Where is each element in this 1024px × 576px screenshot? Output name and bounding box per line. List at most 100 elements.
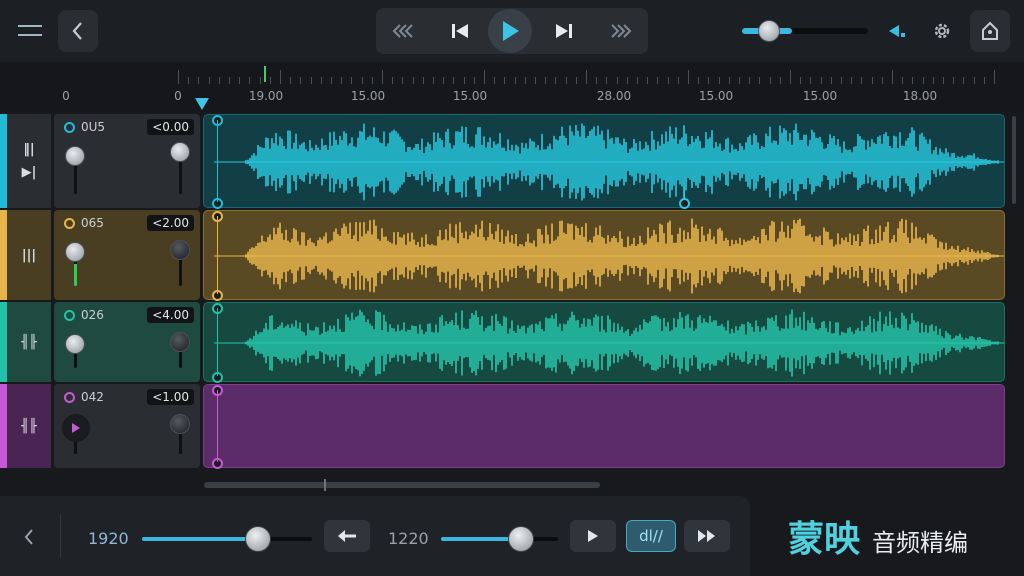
- ruler-tick: [229, 77, 230, 84]
- ruler-tick: [290, 77, 292, 84]
- track-name: 026: [64, 308, 104, 322]
- track-controls: 0U5 <0.00: [54, 114, 200, 208]
- track-controls: 042 <1.00: [54, 384, 200, 468]
- ruler-tick: [453, 77, 455, 84]
- skip-previous-button[interactable]: [442, 16, 478, 46]
- ruler-tick: [657, 77, 659, 84]
- volume-slider[interactable]: [742, 20, 868, 42]
- right-slider-knob[interactable]: [507, 526, 534, 552]
- ruler-tick: [851, 77, 853, 84]
- pan-fader-knob[interactable]: [170, 240, 190, 260]
- export-button[interactable]: [970, 10, 1010, 52]
- skip-next-button[interactable]: [546, 16, 582, 46]
- play-button[interactable]: [488, 9, 532, 53]
- pan-fader-knob[interactable]: [170, 332, 190, 352]
- ruler-tick: [473, 77, 475, 84]
- ruler-tick: [861, 77, 863, 84]
- volume-fader-knob[interactable]: [65, 146, 85, 166]
- menu-icon: [18, 25, 42, 36]
- horizontal-scrollbar[interactable]: [204, 479, 600, 491]
- track-color-strip: [0, 210, 7, 300]
- ruler-tick: [922, 77, 924, 84]
- ruler-tick: [790, 70, 791, 84]
- track-name: 0U5: [64, 120, 105, 134]
- pan-fader-knob[interactable]: [170, 142, 190, 162]
- scrollbar-thumb-marker[interactable]: [324, 479, 326, 491]
- record-icon[interactable]: [64, 217, 75, 229]
- menu-button[interactable]: [10, 12, 50, 50]
- back-button[interactable]: [58, 10, 98, 52]
- record-icon[interactable]: [64, 309, 75, 321]
- track-row: ╢╟ 042 <1.00: [0, 384, 1024, 469]
- track-color-strip: [0, 302, 7, 382]
- right-slider[interactable]: [441, 526, 558, 552]
- fast-forward-button[interactable]: [602, 16, 638, 46]
- ruler-tick: [606, 77, 608, 84]
- record-icon[interactable]: [64, 121, 75, 133]
- track-type-icon[interactable]: ‖| ▶|: [7, 114, 51, 208]
- audio-clip[interactable]: [203, 210, 1005, 300]
- ruler-tick: [280, 70, 281, 84]
- brand-name: 蒙映: [788, 519, 861, 560]
- volume-fader-knob[interactable]: [65, 242, 85, 262]
- ruler-tick: [667, 77, 669, 84]
- volume-fader-knob[interactable]: [65, 334, 85, 354]
- playhead-marker[interactable]: [195, 98, 209, 110]
- rewind-button[interactable]: [386, 16, 422, 46]
- pan-fader-knob[interactable]: [170, 414, 190, 434]
- nudge-left-button[interactable]: [324, 520, 370, 552]
- ruler-tick: [198, 77, 200, 84]
- track-type-icon[interactable]: ╢╟: [7, 384, 51, 468]
- audio-clip[interactable]: [203, 384, 1005, 468]
- ruler-tick: [953, 77, 955, 84]
- audio-clip[interactable]: [203, 114, 1005, 208]
- ruler-tick: [371, 77, 373, 84]
- track-gain-value[interactable]: <1.00: [147, 389, 194, 405]
- track-gain-value[interactable]: <0.00: [147, 119, 194, 135]
- track-type-icon[interactable]: ╢╟: [7, 302, 51, 382]
- envelope-node[interactable]: [679, 198, 690, 209]
- ruler-tick: [708, 77, 710, 84]
- ruler-tick: [749, 77, 751, 84]
- track-gain-value[interactable]: <4.00: [147, 307, 194, 323]
- ruler-tick: [320, 77, 322, 84]
- waveform: [214, 218, 1004, 294]
- ruler-label: 0: [62, 89, 70, 103]
- collapse-button[interactable]: [14, 522, 44, 552]
- chevron-left-icon: [24, 529, 33, 545]
- ruler-tick: [973, 77, 975, 84]
- ruler-label: 15.00: [698, 89, 734, 103]
- track-color-strip: [0, 114, 7, 208]
- envelope-line: [684, 186, 685, 198]
- settings-button[interactable]: [926, 16, 958, 46]
- track-name: 042: [64, 390, 104, 404]
- ruler-tick: [759, 77, 761, 84]
- mode-toggle-button[interactable]: dl//: [626, 520, 676, 552]
- loop-marker[interactable]: [264, 66, 266, 82]
- vertical-scrollbar[interactable]: [1012, 116, 1016, 204]
- brand-watermark: 蒙映 音频精编: [788, 510, 968, 562]
- ruler-tick: [443, 77, 445, 84]
- skip-next-icon: [556, 24, 572, 38]
- ruler-tick: [555, 77, 557, 84]
- track-gain-value[interactable]: <2.00: [147, 215, 194, 231]
- left-slider[interactable]: [142, 526, 312, 552]
- ruler-tick: [698, 77, 700, 84]
- volume-button[interactable]: [882, 18, 912, 44]
- arrow-left-icon: [338, 530, 356, 542]
- fast-forward-preview-button[interactable]: [684, 520, 730, 552]
- volume-slider-knob[interactable]: [758, 20, 780, 42]
- track-type-icon[interactable]: |||: [7, 210, 51, 300]
- audio-clip[interactable]: [203, 302, 1005, 382]
- ruler-tick: [422, 77, 424, 84]
- left-slider-knob[interactable]: [244, 526, 271, 552]
- ruler-tick: [514, 77, 516, 84]
- gear-icon: [934, 23, 950, 39]
- play-preview-button[interactable]: [570, 520, 616, 552]
- ruler-tick: [963, 77, 965, 84]
- ruler-tick: [484, 70, 485, 84]
- play-track-button[interactable]: [62, 414, 90, 442]
- record-icon[interactable]: [64, 391, 75, 403]
- ruler-label: 15.00: [350, 89, 386, 103]
- timeline-ruler[interactable]: 0 0 19.00 15.00 15.00 28.00 15.00 15.00 …: [0, 62, 1024, 112]
